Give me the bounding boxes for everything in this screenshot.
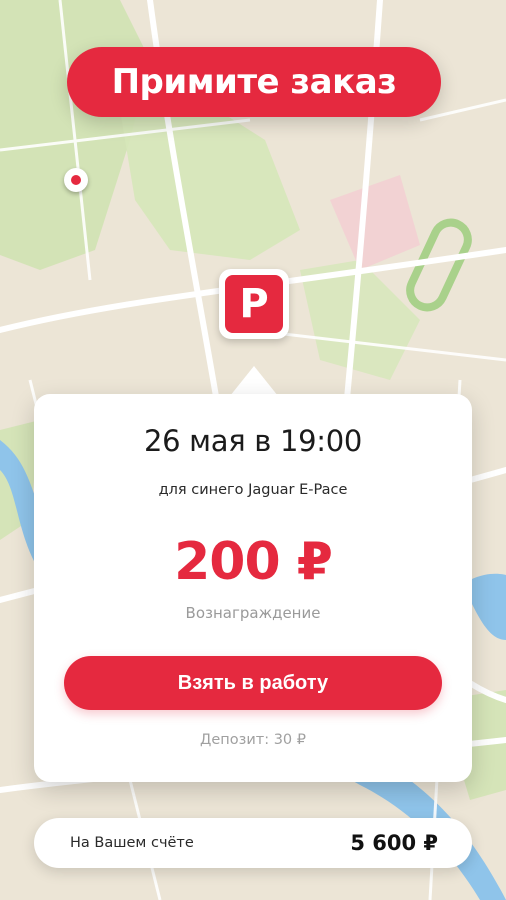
car-description: для синего Jaguar E-Pace [158,482,348,498]
deposit-text: Депозит: 30 ₽ [200,732,306,748]
balance-label: На Вашем счёте [70,835,194,851]
balance-bar[interactable]: На Вашем счёте 5 600 ₽ [34,818,472,868]
parking-marker[interactable]: P [219,269,289,339]
reward-amount: 200 ₽ [174,532,333,592]
balance-value: 5 600 ₽ [350,831,438,855]
order-card: 26 мая в 19:00 для синего Jaguar E-Pace … [34,394,472,782]
location-pin-icon[interactable] [64,168,88,192]
order-date-time: 26 мая в 19:00 [143,424,363,458]
banner-title: Примите заказ [67,47,441,117]
parking-icon: P [225,275,283,333]
take-order-button[interactable]: Взять в работу [64,656,442,710]
card-pointer [230,366,278,396]
reward-label: Вознаграждение [185,604,321,622]
